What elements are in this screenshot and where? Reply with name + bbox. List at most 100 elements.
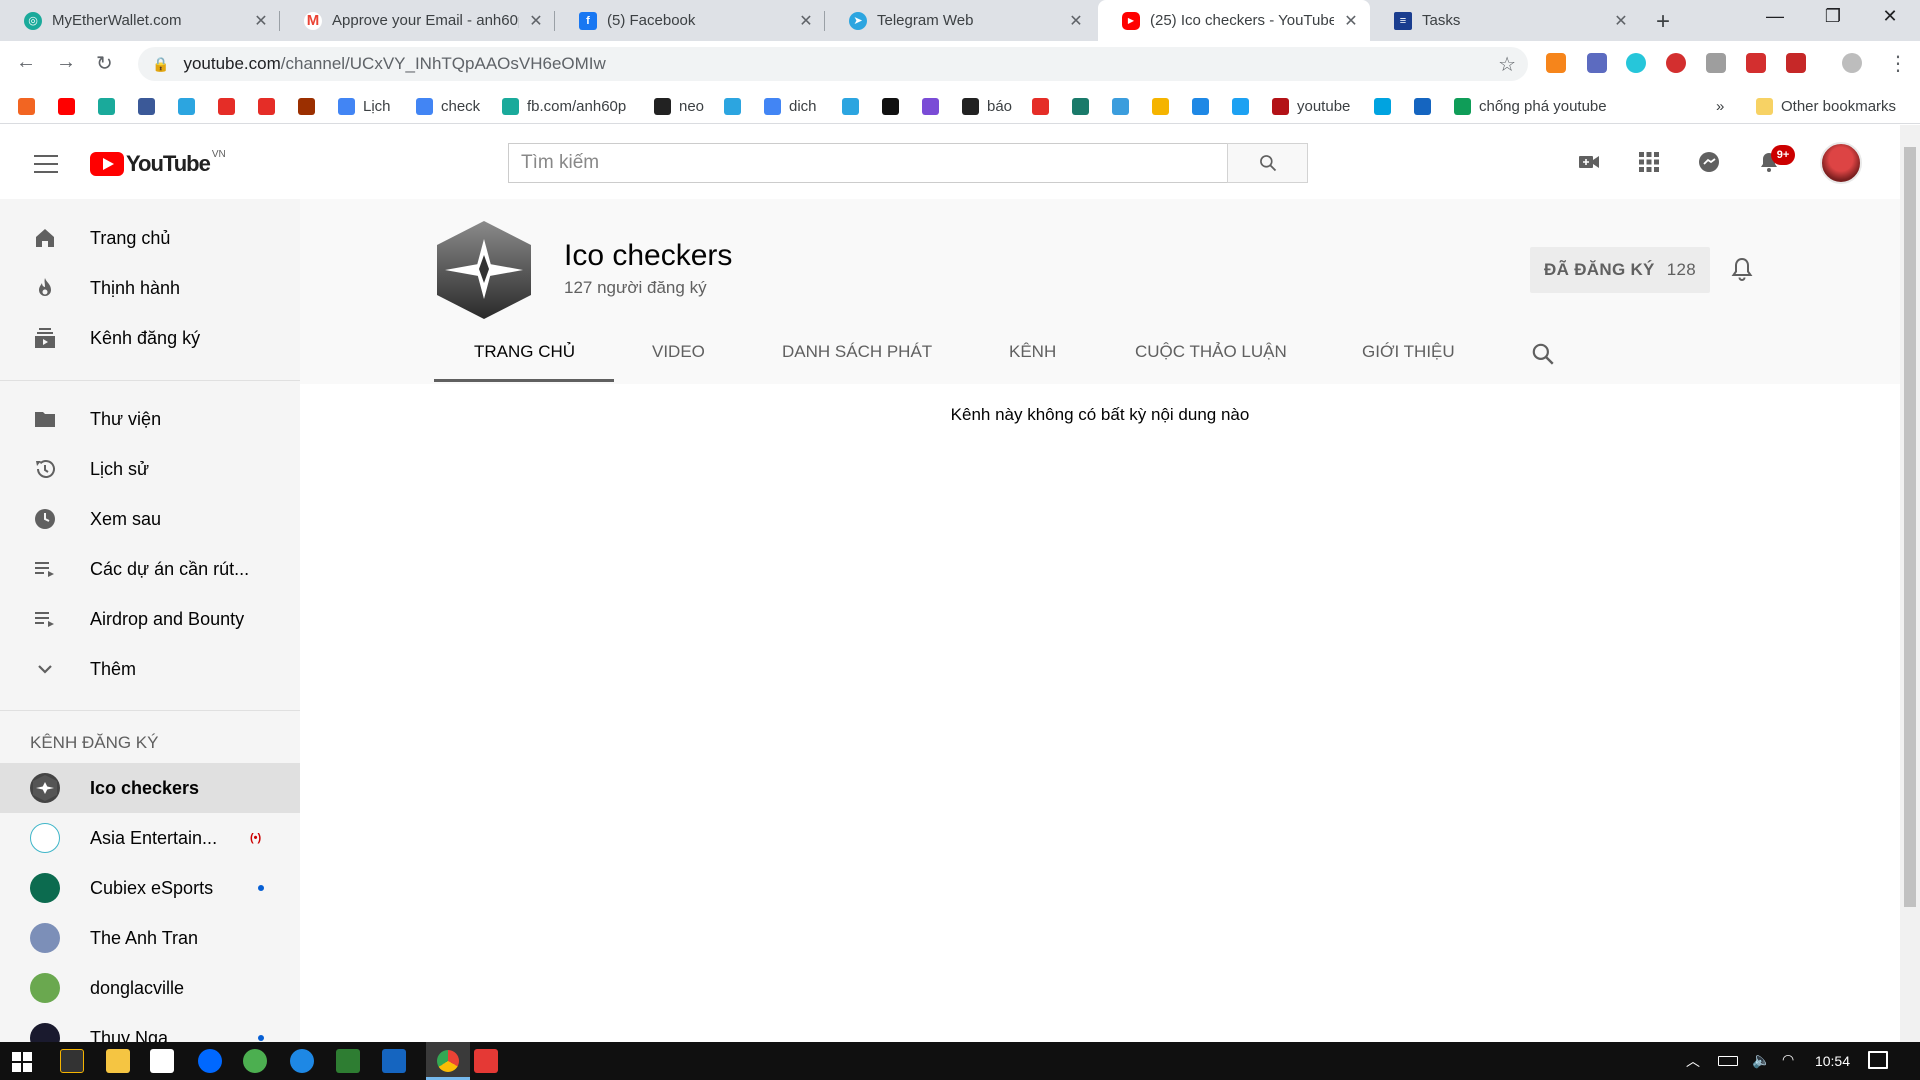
sidebar-item-history[interactable]: Lịch sử bbox=[0, 444, 300, 494]
extension-icon[interactable] bbox=[1587, 53, 1607, 73]
bookmark-item[interactable] bbox=[58, 95, 75, 117]
hamburger-menu-icon[interactable] bbox=[34, 155, 58, 173]
search-input[interactable] bbox=[508, 143, 1228, 183]
browser-tab-youtube[interactable]: ▶ (25) Ico checkers - YouTube ✕ bbox=[1098, 0, 1370, 41]
file-explorer-icon[interactable] bbox=[106, 1049, 130, 1073]
windows-start-icon[interactable] bbox=[12, 1052, 32, 1072]
extension-icon[interactable] bbox=[1626, 53, 1646, 73]
bookmark-item[interactable]: chống phá youtube bbox=[1454, 95, 1607, 117]
account-avatar[interactable] bbox=[1820, 142, 1862, 184]
bookmark-item[interactable] bbox=[218, 95, 235, 117]
sidebar-channel-thuy-nga[interactable]: Thuy Nga bbox=[0, 1013, 300, 1042]
minimize-button[interactable]: — bbox=[1755, 6, 1795, 27]
volume-icon[interactable]: 🔈 bbox=[1752, 1051, 1771, 1071]
bookmark-item[interactable] bbox=[842, 95, 859, 117]
sidebar-item-playlist[interactable]: Các dự án cần rút... bbox=[0, 544, 300, 594]
bookmark-item[interactable]: báo bbox=[962, 95, 1012, 117]
reload-icon[interactable]: ↻ bbox=[96, 51, 113, 76]
close-tab-icon[interactable]: ✕ bbox=[1612, 11, 1630, 31]
channel-search-icon[interactable] bbox=[1530, 341, 1556, 372]
metamask-extension-icon[interactable] bbox=[1546, 53, 1566, 73]
subscribed-button[interactable]: ĐÃ ĐĂNG KÝ 128 bbox=[1530, 247, 1710, 293]
profile-icon[interactable] bbox=[1842, 53, 1862, 73]
bookmark-item[interactable]: Lịch bbox=[338, 95, 391, 117]
browser-tab-gmail[interactable]: M Approve your Email - anh60p ✕ bbox=[280, 0, 555, 41]
action-center-icon[interactable] bbox=[1868, 1051, 1888, 1069]
browser-tab-tasks[interactable]: ≡ Tasks ✕ bbox=[1370, 0, 1640, 41]
tab-discussion[interactable]: CUỘC THẢO LUẬN bbox=[1135, 342, 1287, 382]
close-tab-icon[interactable]: ✕ bbox=[1067, 11, 1085, 31]
sidebar-channel-cubiex-esports[interactable]: Cubiex eSports bbox=[0, 863, 300, 913]
extension-icon[interactable] bbox=[1746, 53, 1766, 73]
bookmark-item[interactable] bbox=[1374, 95, 1391, 117]
extension-icon[interactable] bbox=[1706, 53, 1726, 73]
bookmark-item[interactable] bbox=[1192, 95, 1209, 117]
store-icon[interactable] bbox=[150, 1049, 174, 1073]
zalo-icon[interactable] bbox=[198, 1049, 222, 1073]
bookmark-item[interactable] bbox=[882, 95, 899, 117]
sidebar-channel-ico-checkers[interactable]: Ico checkers bbox=[0, 763, 300, 813]
new-tab-button[interactable]: + bbox=[1656, 8, 1670, 36]
sidebar-item-watch-later[interactable]: Xem sau bbox=[0, 494, 300, 544]
other-bookmarks-folder[interactable]: Other bookmarks bbox=[1756, 95, 1896, 117]
notification-bell-icon[interactable] bbox=[1730, 256, 1754, 287]
sidebar-channel-the-anh-tran[interactable]: The Anh Tran bbox=[0, 913, 300, 963]
sidebar-item-home[interactable]: Trang chủ bbox=[0, 213, 300, 263]
sidebar-item-playlist[interactable]: Airdrop and Bounty bbox=[0, 594, 300, 644]
wifi-icon[interactable]: ◠ bbox=[1782, 1051, 1800, 1071]
close-tab-icon[interactable]: ✕ bbox=[797, 11, 815, 31]
bookmarks-overflow-icon[interactable]: » bbox=[1716, 95, 1724, 117]
browser-tab-myetherwallet[interactable]: ◎ MyEtherWallet.com ✕ bbox=[0, 0, 280, 41]
bookmark-item[interactable]: check bbox=[416, 95, 480, 117]
scrollbar-thumb[interactable] bbox=[1904, 147, 1916, 907]
bookmark-item[interactable] bbox=[1232, 95, 1249, 117]
bookmark-item[interactable] bbox=[258, 95, 275, 117]
page-scrollbar[interactable] bbox=[1900, 125, 1920, 1042]
taskbar-clock[interactable]: 10:54 bbox=[1815, 1053, 1850, 1069]
messages-icon[interactable] bbox=[1696, 149, 1722, 175]
bookmark-item[interactable] bbox=[724, 95, 741, 117]
bookmark-item[interactable] bbox=[1112, 95, 1129, 117]
create-video-icon[interactable] bbox=[1576, 149, 1602, 175]
bookmark-item[interactable]: youtube bbox=[1272, 95, 1350, 117]
bookmark-star-icon[interactable]: ☆ bbox=[1498, 52, 1516, 77]
bookmark-item[interactable] bbox=[922, 95, 939, 117]
sidebar-channel-donglacville[interactable]: donglacville bbox=[0, 963, 300, 1013]
restore-button[interactable]: ❐ bbox=[1813, 6, 1853, 27]
bookmark-item[interactable] bbox=[1032, 95, 1049, 117]
apps-grid-icon[interactable] bbox=[1636, 149, 1662, 175]
taskbar-app-icon[interactable] bbox=[60, 1049, 84, 1073]
sidebar-channel-asia-entertainment[interactable]: Asia Entertain... (•) bbox=[0, 813, 300, 863]
tab-videos[interactable]: VIDEO bbox=[652, 342, 705, 382]
taskbar-app-icon[interactable] bbox=[474, 1049, 498, 1073]
taskbar-app-icon[interactable] bbox=[243, 1049, 267, 1073]
sidebar-item-library[interactable]: Thư viện bbox=[0, 394, 300, 444]
browser-tab-facebook[interactable]: f (5) Facebook ✕ bbox=[555, 0, 825, 41]
bookmark-item[interactable] bbox=[18, 95, 35, 117]
close-window-button[interactable]: ✕ bbox=[1870, 6, 1910, 27]
taskbar-app-icon[interactable] bbox=[290, 1049, 314, 1073]
extension-icon[interactable] bbox=[1786, 53, 1806, 73]
tab-playlists[interactable]: DANH SÁCH PHÁT bbox=[782, 342, 932, 382]
taskbar-app-icon[interactable] bbox=[382, 1049, 406, 1073]
bookmark-item[interactable]: neo bbox=[654, 95, 704, 117]
adblock-extension-icon[interactable] bbox=[1666, 53, 1686, 73]
browser-tab-telegram[interactable]: ➤ Telegram Web ✕ bbox=[825, 0, 1095, 41]
tab-home[interactable]: TRANG CHỦ bbox=[474, 342, 575, 382]
taskbar-app-icon[interactable] bbox=[336, 1049, 360, 1073]
bookmark-item[interactable] bbox=[298, 95, 315, 117]
bookmark-item[interactable] bbox=[1072, 95, 1089, 117]
menu-kebab-icon[interactable]: ⋮ bbox=[1888, 51, 1908, 76]
bookmark-item[interactable] bbox=[1414, 95, 1431, 117]
tab-about[interactable]: GIỚI THIỆU bbox=[1362, 342, 1455, 382]
back-icon[interactable]: ← bbox=[16, 51, 36, 74]
youtube-logo[interactable]: YouTube VN bbox=[90, 149, 226, 177]
bookmark-item[interactable]: dich bbox=[764, 95, 817, 117]
bookmark-item[interactable] bbox=[178, 95, 195, 117]
close-tab-icon[interactable]: ✕ bbox=[527, 11, 545, 31]
bookmark-item[interactable] bbox=[138, 95, 155, 117]
close-tab-icon[interactable]: ✕ bbox=[1342, 11, 1360, 31]
sidebar-item-show-more[interactable]: Thêm bbox=[0, 644, 300, 694]
show-hidden-icons-icon[interactable]: ︿ bbox=[1686, 1051, 1704, 1071]
sidebar-item-trending[interactable]: Thịnh hành bbox=[0, 263, 300, 313]
